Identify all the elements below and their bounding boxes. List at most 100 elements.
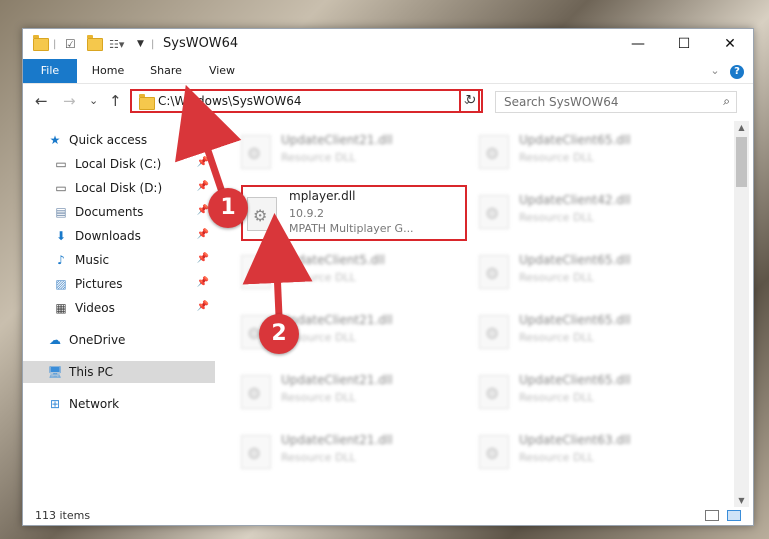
file-type: Resource DLL — [519, 331, 594, 344]
file-name: UpdateClient21.dll — [281, 133, 393, 147]
sidebar-item-label: Downloads — [75, 229, 141, 243]
sidebar-item-music[interactable]: ♪ Music 📌 — [23, 249, 215, 271]
scrollbar-thumb[interactable] — [736, 137, 747, 187]
explorer-window: | ☑ ☷▾ ▼ | SysWOW64 — ☐ ✕ File Home Shar… — [22, 28, 754, 526]
list-item[interactable]: UpdateClient65.dll Resource DLL — [473, 307, 693, 355]
music-icon: ♪ — [57, 253, 65, 267]
list-item[interactable]: UpdateClient42.dll Resource DLL — [473, 187, 693, 235]
sidebar-item-label: Local Disk (D:) — [75, 181, 163, 195]
sidebar-item-label: Local Disk (C:) — [75, 157, 162, 171]
sidebar-item-label: Pictures — [75, 277, 123, 291]
sidebar-item-label: This PC — [69, 365, 113, 379]
list-item[interactable]: UpdateClient65.dll Resource DLL — [473, 367, 693, 415]
sidebar-item-network[interactable]: ⊞ Network — [23, 393, 215, 415]
customize-toolbar-icon[interactable]: ☷▾ — [109, 36, 124, 52]
file-type: Resource DLL — [519, 211, 594, 224]
file-name: UpdateClient42.dll — [519, 193, 631, 207]
tab-share[interactable]: Share — [141, 59, 191, 83]
file-type: Resource DLL — [519, 271, 594, 284]
tab-home[interactable]: Home — [83, 59, 133, 83]
file-type: Resource DLL — [281, 271, 356, 284]
sidebar-item-label: Videos — [75, 301, 115, 315]
file-name: UpdateClient5.dll — [281, 253, 385, 267]
list-item[interactable]: UpdateClient21.dll Resource DLL — [235, 127, 455, 175]
navigation-pane: ★ Quick access ▭ Local Disk (C:) 📌 ▭ Loc… — [23, 121, 215, 507]
dll-file-icon — [479, 255, 509, 289]
dll-file-icon — [479, 195, 509, 229]
documents-icon: ▤ — [55, 205, 67, 219]
properties-icon[interactable]: ☑ — [65, 36, 76, 52]
star-icon: ★ — [49, 133, 61, 147]
dll-file-icon — [241, 375, 271, 409]
tab-file[interactable]: File — [23, 59, 77, 83]
highlighted-file-mplayer[interactable]: mplayer.dll 10.9.2 MPATH Multiplayer G..… — [241, 185, 467, 241]
sidebar-item-local-disk-d[interactable]: ▭ Local Disk (D:) 📌 — [23, 177, 215, 199]
sidebar-item-downloads[interactable]: ⬇ Downloads 📌 — [23, 225, 215, 247]
scroll-down-icon[interactable]: ▼ — [734, 496, 749, 505]
sidebar-item-local-disk-c[interactable]: ▭ Local Disk (C:) 📌 — [23, 153, 215, 175]
new-folder-icon[interactable] — [87, 34, 103, 52]
file-description: MPATH Multiplayer G... — [289, 222, 414, 235]
back-button[interactable]: ← — [35, 92, 48, 110]
search-icon[interactable]: ⌕ — [723, 94, 730, 109]
list-item[interactable]: UpdateClient65.dll Resource DLL — [473, 247, 693, 295]
folder-icon — [33, 34, 49, 52]
file-type: Resource DLL — [519, 451, 594, 464]
address-bar[interactable]: C:\Windows\SysWOW64 ⌄ — [130, 89, 480, 113]
separator: | — [53, 38, 57, 50]
dll-file-icon — [479, 315, 509, 349]
scroll-up-icon[interactable]: ▲ — [734, 123, 749, 132]
dll-file-icon — [247, 197, 277, 231]
file-name: UpdateClient63.dll — [519, 433, 631, 447]
sidebar-item-documents[interactable]: ▤ Documents 📌 — [23, 201, 215, 223]
sidebar-item-label: Quick access — [69, 133, 148, 147]
file-name: UpdateClient21.dll — [281, 433, 393, 447]
dll-file-icon — [241, 135, 271, 169]
close-button[interactable]: ✕ — [707, 29, 753, 59]
refresh-button[interactable]: ↻ — [459, 89, 483, 113]
vertical-scrollbar[interactable]: ▲ ▼ — [734, 121, 749, 507]
details-view-icon[interactable] — [705, 510, 719, 521]
list-item[interactable]: UpdateClient5.dll Resource DLL — [235, 247, 455, 295]
downloads-icon: ⬇ — [55, 229, 67, 243]
cloud-icon: ☁ — [49, 333, 61, 347]
pictures-icon: ▨ — [55, 277, 67, 291]
list-item[interactable]: UpdateClient21.dll Resource DLL — [235, 367, 455, 415]
file-type: Resource DLL — [281, 451, 356, 464]
file-name: UpdateClient65.dll — [519, 373, 631, 387]
file-type: Resource DLL — [281, 391, 356, 404]
search-input[interactable]: Search SysWOW64 ⌕ — [495, 91, 737, 113]
drive-icon: ▭ — [55, 157, 67, 171]
large-icons-view-icon[interactable] — [727, 510, 741, 521]
minimize-button[interactable]: — — [615, 29, 661, 59]
toolbar-dropdown-icon[interactable]: ▼ — [137, 36, 144, 52]
file-list: UpdateClient21.dll Resource DLL UpdateCl… — [235, 121, 733, 507]
sidebar-item-onedrive[interactable]: ☁ OneDrive — [23, 329, 215, 351]
ribbon-collapse-icon[interactable]: ⌄ — [707, 59, 723, 83]
folder-icon — [139, 94, 155, 110]
title-bar: | ☑ ☷▾ ▼ | SysWOW64 — ☐ ✕ — [23, 29, 753, 59]
sidebar-item-videos[interactable]: ▦ Videos 📌 — [23, 297, 215, 319]
sidebar-item-pictures[interactable]: ▨ Pictures 📌 — [23, 273, 215, 295]
tab-view[interactable]: View — [197, 59, 247, 83]
list-item[interactable]: UpdateClient65.dll Resource DLL — [473, 127, 693, 175]
list-item[interactable]: UpdateClient63.dll Resource DLL — [473, 427, 693, 475]
sidebar-item-quick-access[interactable]: ★ Quick access — [23, 129, 215, 151]
file-name: UpdateClient21.dll — [281, 313, 393, 327]
up-button[interactable]: ↑ — [109, 92, 122, 110]
recent-locations-button[interactable]: ⌄ — [89, 94, 98, 107]
pin-icon: 📌 — [196, 157, 209, 168]
sidebar-item-this-pc[interactable]: 🖥 This PC — [23, 361, 215, 383]
file-version: 10.9.2 — [289, 207, 324, 220]
pin-icon: 📌 — [196, 253, 209, 264]
file-name: UpdateClient65.dll — [519, 253, 631, 267]
file-name: UpdateClient65.dll — [519, 133, 631, 147]
pin-icon: 📌 — [196, 229, 209, 240]
file-type: Resource DLL — [519, 391, 594, 404]
forward-button[interactable]: → — [63, 92, 76, 110]
list-item[interactable]: UpdateClient21.dll Resource DLL — [235, 427, 455, 475]
callout-badge-2: 2 — [259, 314, 299, 354]
maximize-button[interactable]: ☐ — [661, 29, 707, 59]
help-icon[interactable]: ? — [729, 59, 745, 83]
sidebar-item-label: Network — [69, 397, 120, 411]
